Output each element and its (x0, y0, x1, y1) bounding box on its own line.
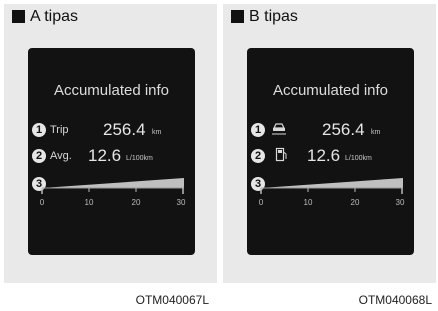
car-road-icon (272, 123, 286, 135)
marker-2: 2 (32, 149, 46, 163)
scale-label-10: 10 (304, 198, 313, 207)
scale-label-0: 0 (259, 198, 264, 207)
scale-graph: 0 10 20 30 (259, 178, 405, 207)
panel-b: B tipas Accumulated info 1 256.4 km 2 12… (223, 4, 436, 283)
panel-header: B tipas (223, 4, 436, 30)
fuel-pump-icon (275, 147, 287, 162)
trip-value: 256.4 (103, 120, 146, 139)
figure-code: OTM040068L (358, 293, 432, 307)
trip-value: 256.4 (322, 120, 365, 139)
cluster-display: Accumulated info 1 256.4 km 2 12.6 L/100… (247, 48, 414, 255)
cluster-display: Accumulated info 1 Trip 256.4 km 2 Avg. … (28, 48, 195, 255)
figure-code: OTM040067L (135, 293, 209, 307)
square-bullet-icon (231, 10, 244, 23)
marker-1: 1 (251, 123, 265, 137)
scale-label-20: 20 (132, 198, 141, 207)
fuel-economy-scale: 0 10 20 30 (257, 172, 407, 212)
scale-label-10: 10 (85, 198, 94, 207)
marker-2: 2 (251, 149, 265, 163)
scale-graph: 0 10 20 30 (40, 178, 186, 207)
panel-a: A tipas Accumulated info 1 Trip 256.4 km… (4, 4, 217, 283)
scale-label-30: 30 (396, 198, 405, 207)
avg-unit: L/100km (126, 155, 153, 162)
scale-wedge (42, 178, 184, 188)
fuel-economy-scale: 0 10 20 30 (38, 172, 188, 212)
panel-title: B tipas (249, 8, 298, 25)
scale-label-0: 0 (40, 198, 45, 207)
trip-label: Trip (50, 124, 69, 136)
avg-value: 12.6 (307, 146, 341, 165)
trip-unit: km (371, 129, 381, 136)
screen-heading: Accumulated info (53, 82, 170, 99)
trip-unit: km (152, 129, 162, 136)
avg-value: 12.6 (88, 146, 122, 165)
square-bullet-icon (12, 10, 25, 23)
avg-label: Avg. (50, 150, 72, 162)
screen-heading: Accumulated info (272, 82, 389, 99)
panel-header: A tipas (4, 4, 217, 30)
avg-unit: L/100km (345, 155, 372, 162)
scale-label-20: 20 (351, 198, 360, 207)
marker-1: 1 (32, 123, 46, 137)
scale-label-30: 30 (177, 198, 186, 207)
panel-title: A tipas (30, 8, 79, 25)
scale-wedge (261, 178, 403, 188)
